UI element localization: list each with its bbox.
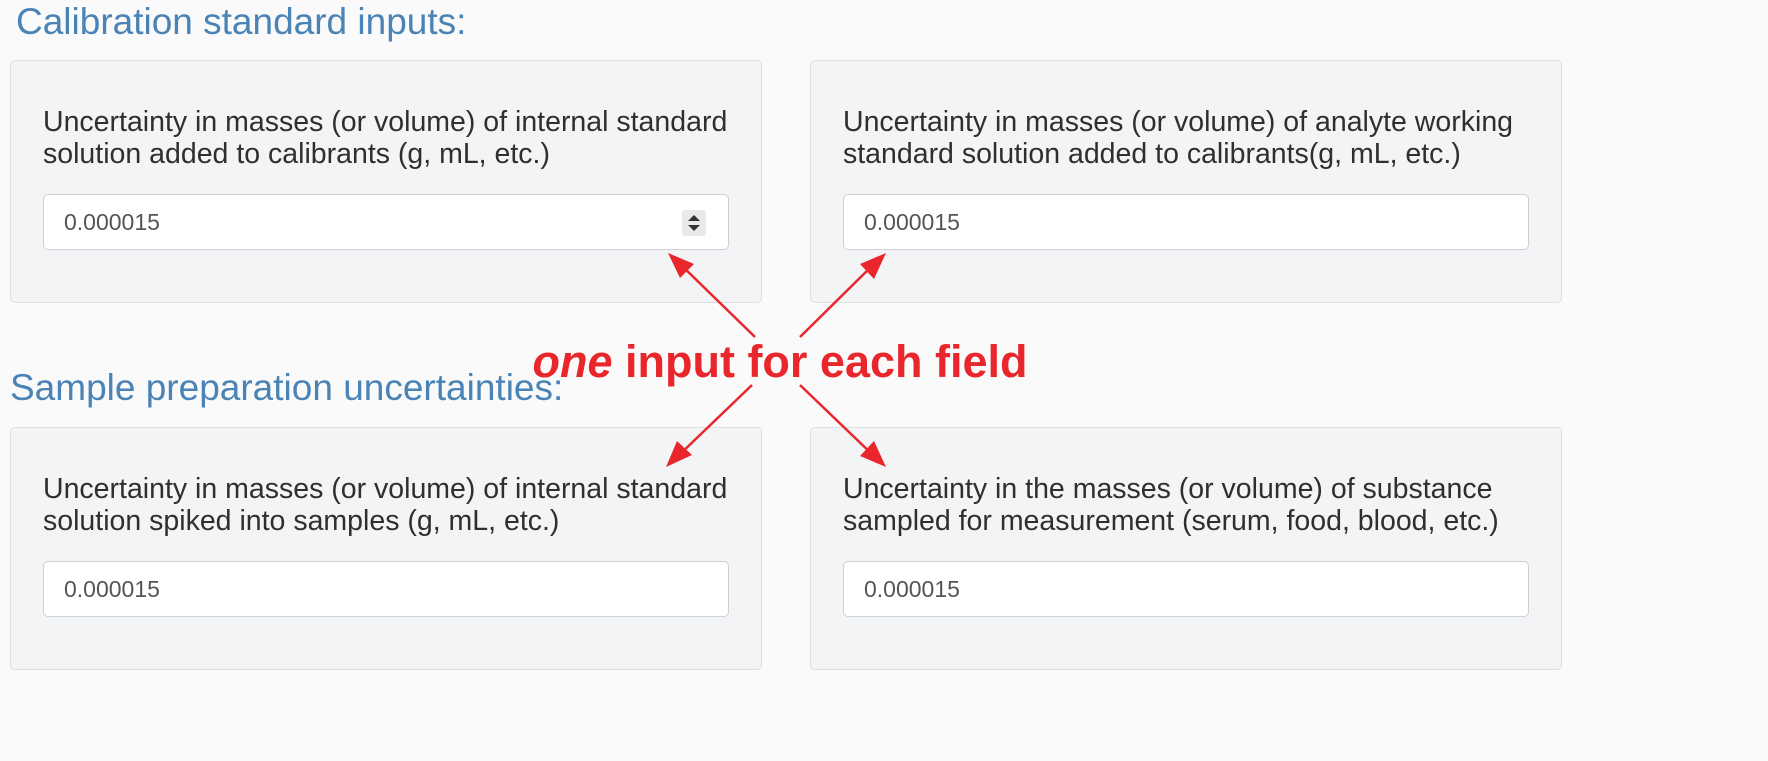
annotation-emphasis: one [532, 336, 613, 387]
red-arrow-icon [799, 253, 886, 338]
red-arrow-icon [799, 384, 886, 467]
red-arrow-icon [666, 384, 753, 467]
one-input-per-field-annotation: one input for each field [0, 336, 1560, 388]
red-arrow-icon [668, 253, 756, 338]
annotation-text: input for each field [612, 336, 1028, 387]
